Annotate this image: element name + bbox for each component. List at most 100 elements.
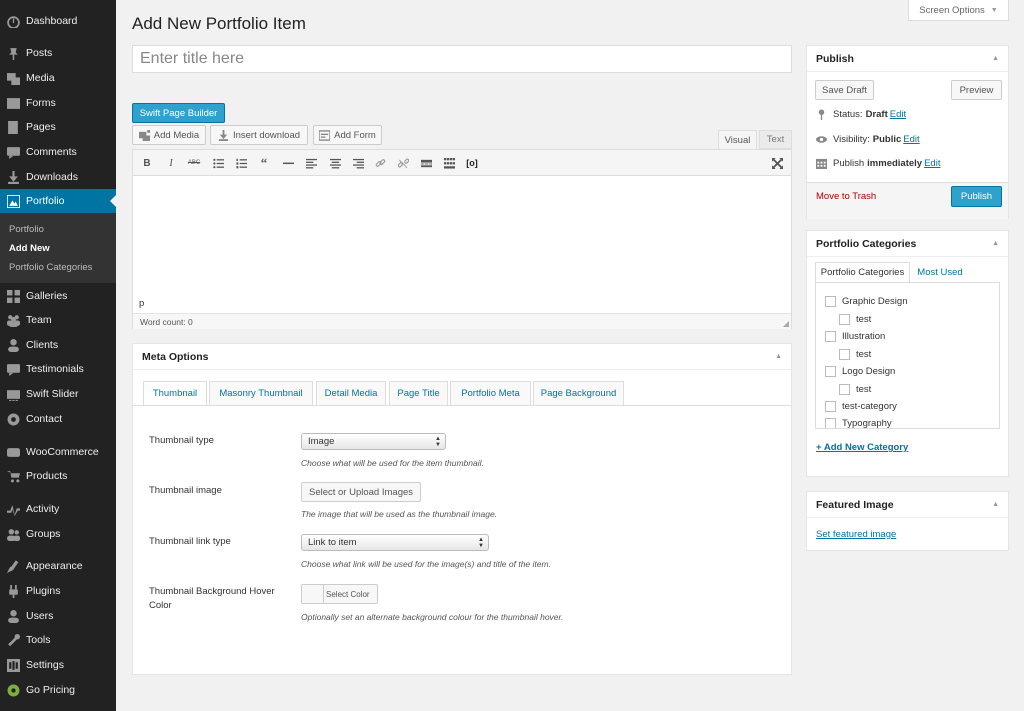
category-checkbox[interactable] xyxy=(825,366,836,377)
category-checkbox[interactable] xyxy=(825,401,836,412)
sidebar-item-testimonials[interactable]: Testimonials xyxy=(0,357,116,381)
category-item[interactable]: test xyxy=(839,349,871,360)
category-checkbox[interactable] xyxy=(825,296,836,307)
sidebar-item-clients[interactable]: Clients xyxy=(0,333,116,357)
select-upload-images-button[interactable]: Select or Upload Images xyxy=(301,482,421,502)
shortcode-icon[interactable]: [o] xyxy=(465,156,479,170)
category-item[interactable]: Graphic Design xyxy=(825,296,907,307)
thumbnail-link-type-select[interactable]: Link to item ▲ ▼ xyxy=(301,534,489,551)
sidebar-item-tools[interactable]: Tools xyxy=(0,628,116,652)
meta-options-header[interactable]: Meta Options ▲ xyxy=(133,344,791,370)
title-input[interactable] xyxy=(132,45,792,73)
collapse-arrow-icon[interactable]: ▲ xyxy=(775,353,782,360)
sidebar-item-woocommerce[interactable]: WooCommerce xyxy=(0,440,116,464)
category-checkbox[interactable] xyxy=(839,349,850,360)
category-checkbox[interactable] xyxy=(839,314,850,325)
sidebar-item-groups[interactable]: Groups xyxy=(0,522,116,546)
sidebar-item-activity[interactable]: Activity xyxy=(0,497,116,521)
unlink-icon[interactable] xyxy=(396,156,410,170)
add-new-category-link[interactable]: + Add New Category xyxy=(816,442,908,453)
tab-all-categories[interactable]: Portfolio Categories xyxy=(815,262,910,282)
sidebar-item-pages[interactable]: Pages xyxy=(0,115,116,139)
strikethrough-icon[interactable]: ABC xyxy=(187,156,201,170)
toolbar-toggle-icon[interactable] xyxy=(442,156,456,170)
link-icon[interactable] xyxy=(373,156,387,170)
insert-download-button[interactable]: Insert download xyxy=(210,125,308,145)
sidebar-item-products[interactable]: Products xyxy=(0,464,116,488)
save-draft-button[interactable]: Save Draft xyxy=(815,80,874,100)
categories-header[interactable]: Portfolio Categories ▲ xyxy=(807,231,1008,257)
tab-thumbnail[interactable]: Thumbnail xyxy=(143,381,207,406)
sidebar-item-plugins[interactable]: Plugins xyxy=(0,579,116,603)
numbered-list-icon[interactable] xyxy=(234,156,248,170)
sidebar-item-appearance[interactable]: Appearance xyxy=(0,554,116,578)
tab-masonry-thumbnail[interactable]: Masonry Thumbnail xyxy=(209,381,313,406)
tab-detail-media[interactable]: Detail Media xyxy=(316,381,386,406)
sidebar-item-posts[interactable]: Posts xyxy=(0,41,116,65)
collapse-arrow-icon[interactable]: ▲ xyxy=(992,501,999,508)
thumbnail-type-select[interactable]: Image ▲ ▼ xyxy=(301,433,446,450)
submenu-portfolio-categories[interactable]: Portfolio Categories xyxy=(9,262,92,273)
italic-icon[interactable]: I xyxy=(164,156,178,170)
sidebar-item-media[interactable]: Media xyxy=(0,66,116,90)
add-form-button[interactable]: Add Form xyxy=(313,125,382,145)
tab-page-background[interactable]: Page Background xyxy=(533,381,624,406)
add-media-button[interactable]: Add Media xyxy=(132,125,206,145)
publish-date-edit-link[interactable]: Edit xyxy=(924,158,940,169)
select-color-button[interactable]: Select Color xyxy=(301,584,378,604)
category-checkbox[interactable] xyxy=(839,384,850,395)
sidebar-item-downloads[interactable]: Downloads xyxy=(0,165,116,189)
collapse-arrow-icon[interactable]: ▲ xyxy=(992,240,999,247)
sidebar-item-contact[interactable]: Contact xyxy=(0,407,116,431)
category-checklist[interactable]: Graphic Design test Illustration test Lo… xyxy=(815,282,1000,429)
screen-options-button[interactable]: Screen Options ▼ xyxy=(908,0,1009,21)
visibility-edit-link[interactable]: Edit xyxy=(903,134,919,145)
featured-image-header[interactable]: Featured Image ▲ xyxy=(807,492,1008,518)
sidebar-item-portfolio[interactable]: Portfolio xyxy=(0,189,116,213)
resize-handle-icon[interactable]: ◢ xyxy=(783,319,789,328)
tab-text[interactable]: Text xyxy=(759,130,792,149)
horizontal-rule-icon[interactable] xyxy=(281,156,295,170)
category-checkbox[interactable] xyxy=(825,418,836,428)
align-right-icon[interactable] xyxy=(351,156,365,170)
sidebar-item-forms[interactable]: Forms xyxy=(0,91,116,115)
set-featured-image-link[interactable]: Set featured image xyxy=(816,529,896,540)
tab-visual[interactable]: Visual xyxy=(718,130,757,149)
align-left-icon[interactable] xyxy=(304,156,318,170)
category-item[interactable]: test-category xyxy=(825,401,897,412)
align-center-icon[interactable] xyxy=(328,156,342,170)
category-item[interactable]: test xyxy=(839,384,871,395)
bullet-list-icon[interactable] xyxy=(211,156,225,170)
sidebar-item-settings[interactable]: Settings xyxy=(0,653,116,677)
publish-header[interactable]: Publish ▲ xyxy=(807,46,1008,72)
status-edit-link[interactable]: Edit xyxy=(890,109,906,120)
category-item[interactable]: Logo Design xyxy=(825,366,895,377)
preview-button[interactable]: Preview xyxy=(951,80,1002,100)
pin-icon xyxy=(0,47,26,60)
publish-button[interactable]: Publish xyxy=(951,186,1002,207)
tab-most-used[interactable]: Most Used xyxy=(912,262,968,282)
sidebar-item-dashboard[interactable]: Dashboard xyxy=(0,9,116,33)
blockquote-icon[interactable]: “ xyxy=(257,155,271,170)
thumbnail-link-type-description: Choose what link will be used for the im… xyxy=(301,559,551,569)
category-item[interactable]: Typography xyxy=(825,418,892,428)
collapse-arrow-icon[interactable]: ▲ xyxy=(992,55,999,62)
sidebar-item-team[interactable]: Team xyxy=(0,308,116,332)
sidebar-item-users[interactable]: Users xyxy=(0,604,116,628)
category-item[interactable]: test xyxy=(839,314,871,325)
submenu-portfolio[interactable]: Portfolio xyxy=(9,224,44,235)
read-more-icon[interactable] xyxy=(419,156,433,170)
category-checkbox[interactable] xyxy=(825,331,836,342)
sidebar-item-go-pricing[interactable]: Go Pricing xyxy=(0,678,116,702)
sidebar-item-galleries[interactable]: Galleries xyxy=(0,284,116,308)
category-item[interactable]: Illustration xyxy=(825,331,885,342)
submenu-add-new[interactable]: Add New xyxy=(9,243,50,254)
swift-page-builder-button[interactable]: Swift Page Builder xyxy=(132,103,225,123)
tab-page-title[interactable]: Page Title xyxy=(389,381,448,406)
move-to-trash-link[interactable]: Move to Trash xyxy=(816,191,876,202)
fullscreen-icon[interactable] xyxy=(770,156,784,170)
sidebar-item-comments[interactable]: Comments xyxy=(0,140,116,164)
tab-portfolio-meta[interactable]: Portfolio Meta xyxy=(450,381,531,406)
sidebar-item-swift-slider[interactable]: Swift Slider xyxy=(0,382,116,406)
bold-icon[interactable]: B xyxy=(140,156,154,170)
